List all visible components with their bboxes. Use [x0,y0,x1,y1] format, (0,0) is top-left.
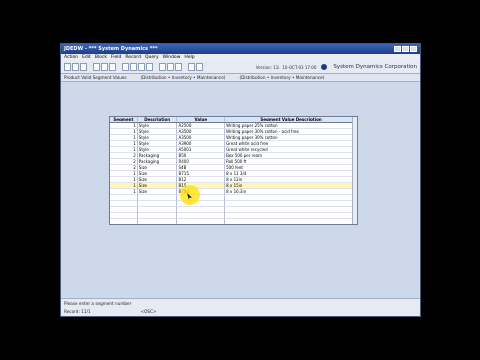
date-label: 10-OCT-03 17:00 [282,64,317,70]
header-segment-value-description: Segment Value Description [225,117,357,122]
segment-values-grid: Segment Description Value Segment Value … [109,116,358,225]
form-title: Product Valid Segment Values [64,75,127,80]
minimize-icon[interactable] [394,46,401,52]
grid-vertical-scrollbar[interactable] [352,117,357,224]
window-titlebar[interactable]: JDEDW - *** System Dynamics *** [61,44,420,54]
menu-block[interactable]: Block [95,55,107,60]
osc-indicator: <OSC> [140,309,157,314]
brand-name: System Dynamics Corporation [333,64,417,70]
menu-record[interactable]: Record [125,55,141,60]
record-indicator: Record: 11/1 [64,309,91,314]
prev-icon[interactable] [130,63,137,71]
maximize-icon[interactable] [402,46,409,52]
help-icon[interactable] [196,63,203,71]
exit-icon[interactable] [80,63,87,71]
find-icon[interactable] [188,63,195,71]
toolbar-info: Version: 11i 10-OCT-03 17:00 System Dyna… [256,64,417,70]
form-context-2: (Distribution • Inventory • Maintenance) [239,75,325,80]
header-segment: Segment [110,117,138,122]
copy-icon[interactable] [101,63,108,71]
brand-logo [321,64,328,70]
paste-icon[interactable] [109,63,116,71]
delete-icon[interactable] [167,63,174,71]
insert-icon[interactable] [159,63,166,71]
menubar: Action Edit Block Field Record Query Window Hel… [61,54,420,61]
toolbar: Version: 11i 10-OCT-03 17:00 System Dyna… [61,61,420,74]
header-description: Description [137,117,178,122]
header-value: Value [177,117,226,122]
menu-field[interactable]: Field [111,55,121,60]
first-icon[interactable] [122,63,129,71]
next-icon[interactable] [138,63,145,71]
menu-window[interactable]: Window [163,55,181,60]
window-title: JDEDW - *** System Dynamics *** [64,46,158,52]
close-icon[interactable] [410,46,417,52]
oracle-app-window: JDEDW - *** System Dynamics *** Action Ed… [60,43,421,317]
cursor-highlight [180,185,200,205]
menu-help[interactable]: Help [184,55,194,60]
form-canvas: Segment Description Value Segment Value … [61,82,420,298]
cut-icon[interactable] [93,63,100,71]
menu-action[interactable]: Action [64,55,78,60]
menu-edit[interactable]: Edit [82,55,91,60]
last-icon[interactable] [146,63,153,71]
form-context-1: (Distribution • Inventory • Maintenance) [140,75,226,80]
print-icon[interactable] [72,63,79,71]
menu-query[interactable]: Query [145,55,159,60]
status-record-line: Record: 11/1 <OSC> [64,309,420,314]
save-icon[interactable] [64,63,71,71]
form-header: Product Valid Segment Values (Distributi… [61,74,420,82]
status-message: Please enter a segment number [64,301,132,306]
window-controls [394,46,417,52]
clear-icon[interactable] [175,63,182,71]
status-bar: Please enter a segment number Record: 11… [61,298,420,316]
version-label: Version: 11i [255,64,280,70]
grid-body: 1 Style A2500 Writing paper 25% cotton 1 Styl… [110,123,357,224]
